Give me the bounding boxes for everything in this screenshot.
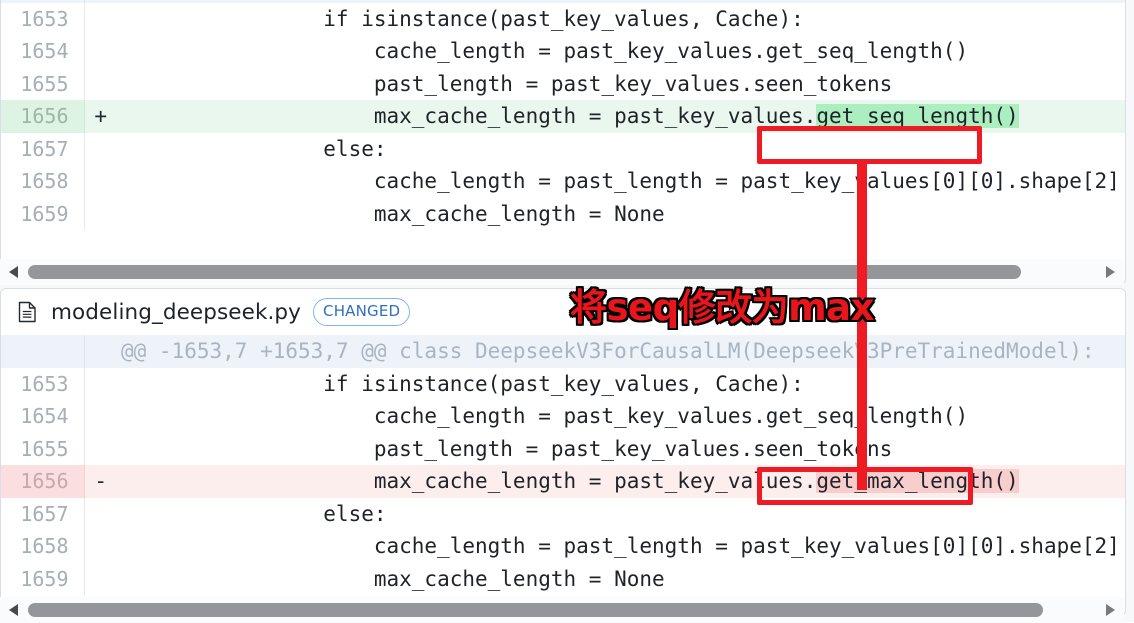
line-number: 1655 <box>1 67 85 100</box>
line-number: 1659 <box>1 562 85 595</box>
diff-row-added: 1656 + max_cache_length = past_key_value… <box>1 100 1125 133</box>
diff-row: 1658 cache_length = past_length = past_k… <box>1 165 1125 198</box>
top-diff-table: @@ -1653,7 +1653,7 @@ class DeepseekV3Fo… <box>1 0 1125 230</box>
chevron-right-icon[interactable] <box>1096 603 1124 617</box>
diff-marker <box>84 2 117 35</box>
diff-marker <box>84 562 117 595</box>
top-hscrollbar-thumb[interactable] <box>28 265 1022 279</box>
hunk-header-text: @@ -1653,7 +1653,7 @@ class DeepseekV3Fo… <box>117 335 1125 368</box>
line-number: 1657 <box>1 497 85 530</box>
diff-row: 1654 cache_length = past_key_values.get_… <box>1 35 1125 68</box>
diff-row: 1653 if isinstance(past_key_values, Cach… <box>1 2 1125 35</box>
diff-marker <box>84 67 117 100</box>
code-line: max_cache_length = past_key_values.get_s… <box>117 100 1125 133</box>
file-icon <box>18 301 37 323</box>
code-line: past_length = past_key_values.seen_token… <box>117 432 1125 465</box>
diff-marker <box>84 132 117 165</box>
code-line: max_cache_length = past_key_values.get_m… <box>117 465 1125 498</box>
top-diff-rows: @@ -1653,7 +1653,7 @@ class DeepseekV3Fo… <box>1 0 1125 230</box>
bottom-diff-rows: @@ -1653,7 +1653,7 @@ class DeepseekV3Fo… <box>1 335 1125 595</box>
bottom-hscrollbar-thumb[interactable] <box>28 603 1043 617</box>
line-number: 1654 <box>1 400 85 433</box>
line-number: 1655 <box>1 432 85 465</box>
bottom-diff-table: @@ -1653,7 +1653,7 @@ class DeepseekV3Fo… <box>1 335 1125 595</box>
diff-marker <box>84 530 117 563</box>
diff-row: 1654 cache_length = past_key_values.get_… <box>1 400 1125 433</box>
code-line: if isinstance(past_key_values, Cache): <box>117 367 1125 400</box>
diff-row: 1657 else: <box>1 132 1125 165</box>
bottom-diff-pane: modeling_deepseek.py CHANGED @@ -1653,7 … <box>0 288 1126 616</box>
chevron-left-icon[interactable] <box>0 603 28 617</box>
code-line: else: <box>117 497 1125 530</box>
status-badge: CHANGED <box>313 298 411 326</box>
word-diff-deleted: get_max_length() <box>816 469 1019 493</box>
code-line: cache_length = past_key_values.get_seq_l… <box>117 400 1125 433</box>
word-diff-added: get_seq_length() <box>816 104 1019 128</box>
line-number: 1658 <box>1 165 85 198</box>
chevron-left-icon[interactable] <box>0 265 28 279</box>
hunk-header-row: @@ -1653,7 +1653,7 @@ class DeepseekV3Fo… <box>1 335 1125 368</box>
code-text: max_cache_length = past_key_values. <box>121 104 817 128</box>
line-number: 1657 <box>1 132 85 165</box>
code-line: cache_length = past_length = past_key_va… <box>117 530 1125 563</box>
code-line: else: <box>117 132 1125 165</box>
line-number: 1656 <box>1 465 85 498</box>
diff-row: 1659 max_cache_length = None <box>1 197 1125 230</box>
diff-marker <box>84 197 117 230</box>
line-number: 1659 <box>1 197 85 230</box>
diff-row: 1655 past_length = past_key_values.seen_… <box>1 67 1125 100</box>
diff-marker <box>84 335 117 368</box>
bottom-hscrollbar-track[interactable] <box>28 603 1096 617</box>
diff-marker-plus: + <box>84 100 117 133</box>
diff-row: 1655 past_length = past_key_values.seen_… <box>1 432 1125 465</box>
line-number: 1653 <box>1 367 85 400</box>
code-line: max_cache_length = None <box>117 562 1125 595</box>
line-number: 1658 <box>1 530 85 563</box>
diff-marker <box>84 35 117 68</box>
diff-row-deleted: 1656 - max_cache_length = past_key_value… <box>1 465 1125 498</box>
line-number: 1653 <box>1 2 85 35</box>
diff-marker <box>84 165 117 198</box>
diff-marker <box>84 497 117 530</box>
file-header: modeling_deepseek.py CHANGED <box>1 289 1125 335</box>
code-text: max_cache_length = past_key_values. <box>121 469 817 493</box>
diff-marker <box>84 432 117 465</box>
diff-marker-minus: - <box>84 465 117 498</box>
top-hscrollbar-track[interactable] <box>28 265 1096 279</box>
code-line: cache_length = past_length = past_key_va… <box>117 165 1125 198</box>
chevron-right-icon[interactable] <box>1096 265 1124 279</box>
top-hscrollbar[interactable] <box>0 259 1124 285</box>
diff-row: 1657 else: <box>1 497 1125 530</box>
diff-marker <box>84 400 117 433</box>
line-number: 1654 <box>1 35 85 68</box>
diff-row: 1653 if isinstance(past_key_values, Cach… <box>1 367 1125 400</box>
line-number-gutter <box>1 335 85 368</box>
top-diff-pane: @@ -1653,7 +1653,7 @@ class DeepseekV3Fo… <box>0 0 1126 285</box>
line-number: 1656 <box>1 100 85 133</box>
file-name[interactable]: modeling_deepseek.py <box>51 300 301 325</box>
code-line: cache_length = past_key_values.get_seq_l… <box>117 35 1125 68</box>
diff-row: 1659 max_cache_length = None <box>1 562 1125 595</box>
code-line: if isinstance(past_key_values, Cache): <box>117 2 1125 35</box>
diff-row: 1658 cache_length = past_length = past_k… <box>1 530 1125 563</box>
code-line: past_length = past_key_values.seen_token… <box>117 67 1125 100</box>
code-line: max_cache_length = None <box>117 197 1125 230</box>
diff-marker <box>84 367 117 400</box>
bottom-hscrollbar[interactable] <box>0 597 1124 623</box>
